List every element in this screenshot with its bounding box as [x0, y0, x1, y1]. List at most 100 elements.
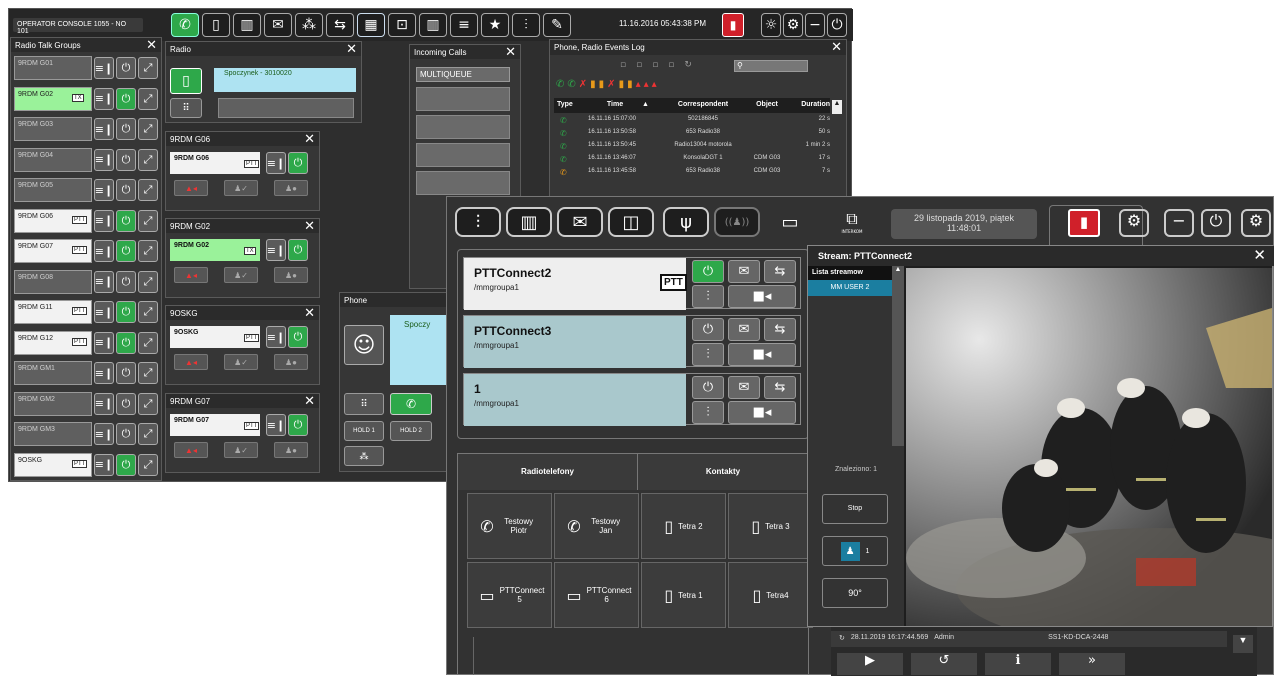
talk-group-row[interactable]: 9RDM GM1 ≡❙ ⏻ ⤢	[14, 361, 160, 385]
alarm-bell-icon[interactable]: ▲◂	[174, 180, 208, 196]
ptt-icon[interactable]: ≡❙	[94, 209, 114, 232]
calendar-icon[interactable]: ▦	[357, 13, 385, 37]
alarm-bell-icon[interactable]: ▲◂	[174, 354, 208, 370]
stream-list-item[interactable]: MM USER 2	[808, 280, 892, 296]
close-icon[interactable]: ✕	[505, 45, 516, 60]
intercom-button[interactable]: ⧉ INTERKOM	[829, 209, 875, 239]
power-icon[interactable]: ⏻	[116, 423, 136, 445]
dialpad-icon[interactable]: ⠿	[344, 393, 384, 415]
user-check-icon[interactable]: ♟✓	[224, 267, 258, 283]
ptt-icon[interactable]: ≡❙	[94, 331, 114, 354]
talk-group-row[interactable]: 9RDM G08 ≡❙ ⏻ ⤢	[14, 269, 160, 294]
talk-group-name[interactable]: 9RDM G03	[14, 117, 92, 141]
col-type[interactable]: Type	[554, 101, 588, 113]
power-icon[interactable]: ⏻	[116, 392, 136, 415]
expand-icon[interactable]: ⤢	[138, 148, 158, 171]
call-button[interactable]: ✆	[390, 393, 432, 415]
stream-scrollbar[interactable]: ▲	[892, 266, 904, 446]
ptt-icon[interactable]: ≡❙	[94, 301, 114, 323]
expand-icon[interactable]: ⤢	[138, 392, 158, 415]
ptt-icon[interactable]: ≡❙	[94, 392, 114, 415]
event-row[interactable]: ✆ 16.11.16 13:46:07 KonsolaDGT 1 CDM G03 17 …	[554, 155, 830, 167]
radio-input[interactable]	[218, 98, 354, 118]
building-icon[interactable]: ▥	[233, 13, 261, 37]
power-icon[interactable]: ⏻	[116, 240, 136, 262]
mail-icon[interactable]: ✉	[728, 260, 760, 283]
ptt-icon[interactable]: ≡❙	[94, 270, 114, 293]
call-card[interactable]: PTTConnect3/mmgroupa1 ⏻ ✉ ⇆ ⫶ ■◂	[463, 315, 801, 368]
mixer-icon[interactable]: ⫶	[692, 401, 724, 424]
group-icon[interactable]: ⁂	[295, 13, 323, 37]
transfer-icon[interactable]: ⇆	[764, 376, 796, 399]
user-status-icon[interactable]: ♟●	[274, 267, 308, 283]
col-duration[interactable]: Duration	[786, 101, 830, 113]
contact-tile[interactable]: ▯ Tetra 1	[641, 562, 726, 628]
ptt-icon[interactable]: ≡❙	[266, 414, 286, 436]
talk-group-name[interactable]: 9RDM G08	[14, 269, 92, 294]
map-icon[interactable]: ▥	[506, 207, 552, 237]
talk-group-name[interactable]: 9RDM GM1	[14, 361, 92, 385]
power-icon[interactable]: ⏻	[116, 453, 136, 476]
settings-icon[interactable]: ⚙	[1119, 209, 1149, 237]
queue-slot[interactable]	[416, 143, 510, 167]
transfer-icon[interactable]: ⇆	[764, 318, 796, 341]
power-icon[interactable]: ⏻	[1201, 209, 1231, 237]
mixer-icon[interactable]: ⫶	[455, 207, 501, 237]
transfer-icon[interactable]: ⇆	[764, 260, 796, 283]
event-filter-icons[interactable]: ✆✆✗▮▮✗▮▮▴▴▴	[556, 79, 660, 90]
conference-icon[interactable]: ⁂	[344, 446, 384, 466]
expand-icon[interactable]: ⤢	[138, 331, 158, 354]
alarm-broadcast-icon[interactable]: ((♟))	[714, 207, 760, 237]
talk-group-row[interactable]: 9RDM GM2 ≡❙ ⏻ ⤢	[14, 391, 160, 416]
call-card[interactable]: PTTConnect2/mmgroupa1 PTT ⏻ ✉ ⇆ ⫶ ■◂	[463, 257, 801, 310]
user-status-icon[interactable]: ♟●	[274, 442, 308, 458]
user-count-button[interactable]: ♟ 1	[822, 536, 888, 566]
expand-icon[interactable]: ⤢	[138, 362, 158, 384]
mail-icon[interactable]: ✉	[728, 318, 760, 341]
book-icon[interactable]: ⊡	[388, 13, 416, 37]
ptt-icon[interactable]: ≡❙	[94, 179, 114, 201]
scroll-up-icon[interactable]: ▲	[832, 100, 842, 114]
power-icon[interactable]: ⏻	[288, 414, 308, 436]
ptt-icon[interactable]: ≡❙	[94, 453, 114, 476]
power-icon[interactable]: ⏻	[116, 87, 136, 110]
video-icon[interactable]: ■◂	[728, 285, 796, 308]
power-icon[interactable]: ⏻	[116, 179, 136, 201]
col-object[interactable]: Object	[748, 101, 786, 113]
hold1-button[interactable]: HOLD 1	[344, 421, 384, 441]
expand-icon[interactable]: ⤢	[138, 57, 158, 79]
contact-tile[interactable]: ▯ Tetra 3	[728, 493, 813, 559]
power-icon[interactable]: ⏻	[692, 318, 724, 341]
call-card[interactable]: 1/mmgroupa1 ⏻ ✉ ⇆ ⫶ ■◂	[463, 373, 801, 426]
close-icon[interactable]: ✕	[304, 132, 315, 147]
forward-icon[interactable]: »	[1059, 653, 1125, 675]
expand-icon[interactable]: ⤢	[138, 179, 158, 201]
talk-group-name[interactable]: 9RDM G01	[14, 56, 92, 80]
power-icon[interactable]: ⏻	[116, 331, 136, 354]
ptt-icon[interactable]: ≡❙	[94, 240, 114, 262]
mail-icon[interactable]: ✉	[264, 13, 292, 37]
contact-tile[interactable]: ✆ Testowy Jan	[554, 493, 639, 559]
dialpad-icon[interactable]: ⠿	[170, 98, 202, 118]
queue-slot[interactable]	[416, 171, 510, 195]
mixer-icon[interactable]: ⫶	[692, 285, 724, 308]
queue-slot[interactable]	[416, 87, 510, 111]
talk-group-row[interactable]: 9RDM G05 ≡❙ ⏻ ⤢	[14, 178, 160, 202]
handset-icon[interactable]: ▯	[170, 68, 202, 94]
phone-icon[interactable]: ✆	[171, 13, 199, 37]
tab-radiotelefony[interactable]: Radiotelefony	[458, 454, 638, 490]
queue-slot[interactable]	[416, 115, 510, 139]
close-icon[interactable]: ✕	[304, 219, 315, 234]
event-row[interactable]: ✆ 16.11.16 13:45:58 653 Radio38 CDM G03 7 s	[554, 168, 830, 180]
handset-icon[interactable]: ▯	[202, 13, 230, 37]
alarm-button[interactable]: ▮	[722, 13, 744, 37]
call-card-label[interactable]: PTTConnect3/mmgroupa1	[464, 316, 686, 368]
ptt-icon[interactable]: ≡❙	[266, 239, 286, 261]
star-icon[interactable]: ★	[481, 13, 509, 37]
expand-icon[interactable]: ⤢	[138, 423, 158, 445]
expand-icon[interactable]: ⤢	[138, 301, 158, 323]
rotate-button[interactable]: 90°	[822, 578, 888, 608]
talk-group-row[interactable]: 9RDM G04 ≡❙ ⏻ ⤢	[14, 147, 160, 172]
expand-icon[interactable]: ⤢	[138, 87, 158, 110]
power-icon[interactable]: ⏻	[692, 260, 724, 283]
